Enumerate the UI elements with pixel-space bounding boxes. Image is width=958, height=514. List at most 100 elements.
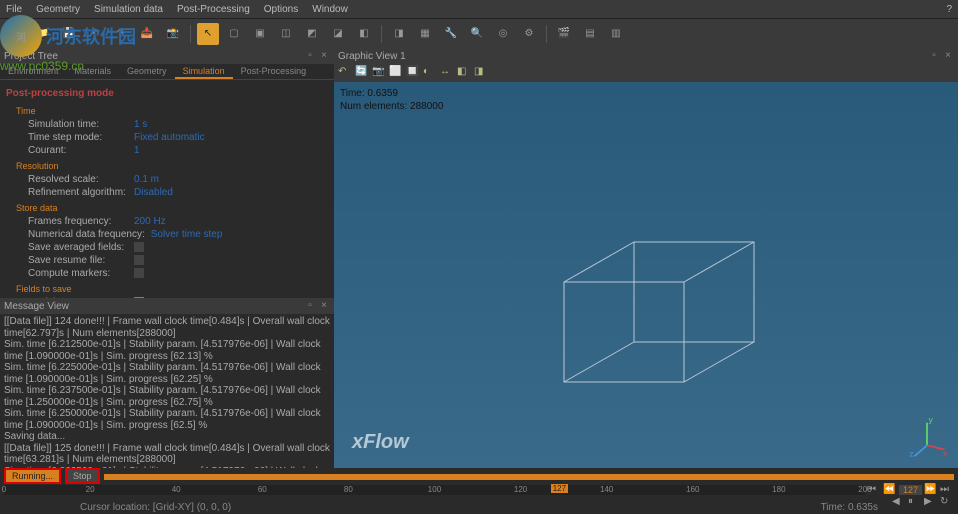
toolbar-calendar-icon[interactable]: ▥: [605, 23, 627, 45]
gv-tool7-icon[interactable]: ↔: [440, 66, 454, 80]
toolbar-cube6-icon[interactable]: ◧: [353, 23, 375, 45]
gv-tool6-icon[interactable]: ◐: [423, 66, 437, 80]
frames-freq-value[interactable]: 200 Hz: [134, 216, 166, 227]
viewport-overlay-info: Time: 0.6359 Num elements: 288000: [340, 88, 443, 114]
numdata-freq-value[interactable]: Solver time step: [151, 229, 223, 240]
resolved-scale-label: Resolved scale:: [28, 174, 128, 185]
compute-markers-label: Compute markers:: [28, 268, 128, 279]
toolbar-import-icon[interactable]: 📥: [136, 23, 158, 45]
axes-gizmo-icon: y x z: [906, 416, 948, 458]
menu-options[interactable]: Options: [264, 4, 298, 15]
progress-bar: [104, 474, 954, 480]
pause-icon[interactable]: ⏸: [908, 496, 922, 508]
toolbar-cube3-icon[interactable]: ◫: [275, 23, 297, 45]
panel-close-icon[interactable]: ×: [318, 50, 330, 62]
bottom-controls: Running... Stop 020406080100120140160180…: [0, 468, 958, 500]
next-icon[interactable]: ⏩: [924, 484, 938, 496]
toolbar-snapshot-icon[interactable]: 📸: [162, 23, 184, 45]
toolbar-cube5-icon[interactable]: ◪: [327, 23, 349, 45]
resolved-scale-value[interactable]: 0.1 m: [134, 174, 159, 185]
watermark-url: www.pc0359.cn: [0, 59, 136, 73]
toolbar-clapper-icon[interactable]: 🎬: [553, 23, 575, 45]
loop-icon[interactable]: ↻: [940, 496, 954, 508]
toolbar-wrench-icon[interactable]: 🔧: [440, 23, 462, 45]
tab-simulation[interactable]: Simulation: [175, 64, 233, 79]
courant-label: Courant:: [28, 145, 128, 156]
status-time: Time: 0.635s: [821, 502, 878, 513]
main-content: Project Tree ▫ × Environment Materials G…: [0, 48, 958, 468]
menu-post-processing[interactable]: Post-Processing: [177, 4, 250, 15]
frame-display[interactable]: 127: [899, 485, 922, 495]
project-tree-body[interactable]: Post-processing mode Time Simulation tim…: [0, 80, 334, 298]
toolbar-cube8-icon[interactable]: ▦: [414, 23, 436, 45]
svg-text:z: z: [909, 448, 913, 458]
toolbar-select-icon[interactable]: ↖: [197, 23, 219, 45]
save-avg-checkbox[interactable]: [134, 242, 144, 252]
section-resolution[interactable]: Resolution: [16, 159, 330, 173]
xflow-logo: xFlow: [352, 431, 409, 454]
running-button[interactable]: Running...: [4, 468, 61, 484]
timestep-mode-label: Time step mode:: [28, 132, 128, 143]
section-fields-to-save[interactable]: Fields to save: [16, 282, 330, 296]
gv-close-icon[interactable]: ×: [942, 50, 954, 62]
watermark-overlay: 河 河东软件园 www.pc0359.cn: [0, 15, 136, 73]
mv-close-icon[interactable]: ×: [318, 300, 330, 312]
section-store-data[interactable]: Store data: [16, 201, 330, 215]
courant-value[interactable]: 1: [134, 145, 140, 156]
toolbar-search-icon[interactable]: 🔍: [466, 23, 488, 45]
menu-simulation-data[interactable]: Simulation data: [94, 4, 163, 15]
compute-markers-checkbox[interactable]: [134, 268, 144, 278]
graphic-view-title: Graphic View 1: [338, 51, 406, 62]
gv-tool4-icon[interactable]: ⬜: [389, 66, 403, 80]
play-forward-icon[interactable]: ▶: [924, 496, 938, 508]
frames-freq-label: Frames frequency:: [28, 216, 128, 227]
panel-float-icon[interactable]: ▫: [304, 50, 316, 62]
refinement-label: Refinement algorithm:: [28, 187, 128, 198]
toolbar-grid-icon[interactable]: ▤: [579, 23, 601, 45]
svg-text:y: y: [929, 416, 934, 425]
refinement-value[interactable]: Disabled: [134, 187, 173, 198]
save-resume-label: Save resume file:: [28, 255, 128, 266]
graphic-view-toolbar: ↶ 🔄 📷 ⬜ 🔲 ◐ ↔ ◧ ◨: [334, 64, 958, 82]
toolbar-gear-icon[interactable]: ⚙: [518, 23, 540, 45]
stop-button[interactable]: Stop: [65, 468, 100, 484]
wireframe-box: [534, 222, 794, 432]
gv-tool9-icon[interactable]: ◨: [474, 66, 488, 80]
menu-file[interactable]: File: [6, 4, 22, 15]
menu-window[interactable]: Window: [312, 4, 348, 15]
help-icon[interactable]: ?: [946, 4, 952, 15]
gv-tool1-icon[interactable]: ↶: [338, 66, 352, 80]
svg-text:x: x: [943, 448, 948, 458]
menu-geometry[interactable]: Geometry: [36, 4, 80, 15]
mv-float-icon[interactable]: ▫: [304, 300, 316, 312]
graphic-view-header: Graphic View 1 ▫ ×: [334, 48, 958, 64]
gv-tool3-icon[interactable]: 📷: [372, 66, 386, 80]
3d-viewport[interactable]: Time: 0.6359 Num elements: 288000 xFlow: [334, 82, 958, 468]
section-time[interactable]: Time: [16, 104, 330, 118]
skip-end-icon[interactable]: ⏭: [940, 484, 954, 496]
timestep-mode-value[interactable]: Fixed automatic: [134, 132, 205, 143]
sim-time-value[interactable]: 1 s: [134, 119, 147, 130]
toolbar-cube2-icon[interactable]: ▣: [249, 23, 271, 45]
save-resume-checkbox[interactable]: [134, 255, 144, 265]
timeline-track[interactable]: 020406080100120140160180200127: [4, 485, 865, 495]
toolbar-cube7-icon[interactable]: ◨: [388, 23, 410, 45]
message-view-log[interactable]: [[Data file]] 124 done!!! | Frame wall c…: [0, 314, 334, 468]
post-processing-mode-label: Post-processing mode: [4, 84, 330, 103]
numdata-freq-label: Numerical data frequency:: [28, 229, 145, 240]
message-view-title: Message View: [4, 301, 69, 312]
gv-tool5-icon[interactable]: 🔲: [406, 66, 420, 80]
toolbar-spiral-icon[interactable]: ◎: [492, 23, 514, 45]
gv-tool2-icon[interactable]: 🔄: [355, 66, 369, 80]
simulation-controls: Running... Stop: [0, 468, 958, 484]
gv-float-icon[interactable]: ▫: [928, 50, 940, 62]
graphic-view-panel: Graphic View 1 ▫ × ↶ 🔄 📷 ⬜ 🔲 ◐ ↔ ◧ ◨ Tim…: [334, 48, 958, 468]
gv-tool8-icon[interactable]: ◧: [457, 66, 471, 80]
toolbar-cube4-icon[interactable]: ◩: [301, 23, 323, 45]
toolbar-cube1-icon[interactable]: ▢: [223, 23, 245, 45]
message-view-panel: Message View ▫ × [[Data file]] 124 done!…: [0, 298, 334, 468]
main-toolbar: 📄 📁 💾 ↶ ↷ 📥 📸 ↖ ▢ ▣ ◫ ◩ ◪ ◧ ◨ ▦ 🔧 🔍 ◎ ⚙ …: [0, 18, 958, 48]
play-back-icon[interactable]: ◀: [892, 496, 906, 508]
prev-icon[interactable]: ⏪: [883, 484, 897, 496]
tab-post-processing[interactable]: Post-Processing: [233, 64, 315, 79]
